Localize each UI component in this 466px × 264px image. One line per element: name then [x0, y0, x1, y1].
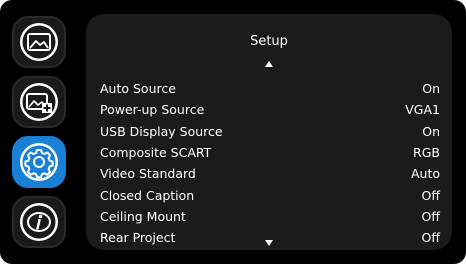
- picture-icon: [18, 21, 60, 63]
- scroll-up-arrow-icon[interactable]: [265, 61, 273, 67]
- menu-item-label: USB Display Source: [100, 123, 223, 139]
- osd-frame: Setup Auto Source On Power-up Source VGA…: [0, 0, 466, 264]
- menu-items: Auto Source On Power-up Source VGA1 USB …: [100, 78, 440, 248]
- menu-item-value: RGB: [413, 145, 440, 161]
- menu-item-label: Auto Source: [100, 81, 176, 97]
- menu-item-label: Composite SCART: [100, 145, 212, 161]
- tab-picture[interactable]: [12, 16, 66, 68]
- menu-item-ceiling-mount[interactable]: Ceiling Mount Off: [100, 206, 440, 227]
- menu-item-usb-display-source[interactable]: USB Display Source On: [100, 121, 440, 142]
- tab-info[interactable]: [12, 196, 66, 248]
- menu-item-power-up-source[interactable]: Power-up Source VGA1: [100, 99, 440, 120]
- menu-item-closed-caption[interactable]: Closed Caption Off: [100, 184, 440, 205]
- tab-picture-advanced[interactable]: [12, 76, 66, 128]
- info-icon: [18, 201, 60, 243]
- menu-item-label: Closed Caption: [100, 187, 195, 203]
- picture-settings-icon: [18, 81, 60, 123]
- menu-item-value: Auto: [410, 166, 440, 182]
- menu-item-value: On: [422, 123, 440, 139]
- gear-icon: [18, 141, 60, 183]
- menu-item-value: Off: [421, 187, 440, 203]
- menu-item-video-standard[interactable]: Video Standard Auto: [100, 163, 440, 184]
- menu-item-value: VGA1: [405, 102, 440, 118]
- tab-setup[interactable]: [12, 136, 66, 188]
- menu-item-value: On: [422, 81, 440, 97]
- menu-item-composite-scart[interactable]: Composite SCART RGB: [100, 142, 440, 163]
- menu-item-value: Off: [421, 230, 440, 246]
- setup-menu-panel: Setup Auto Source On Power-up Source VGA…: [86, 14, 452, 250]
- menu-item-auto-source[interactable]: Auto Source On: [100, 78, 440, 99]
- scroll-down-arrow-icon[interactable]: [265, 240, 273, 246]
- menu-item-label: Power-up Source: [100, 102, 205, 118]
- menu-item-label: Video Standard: [100, 166, 196, 182]
- menu-item-label: Rear Project: [100, 230, 176, 246]
- menu-title: Setup: [250, 34, 288, 49]
- menu-item-label: Ceiling Mount: [100, 208, 186, 224]
- menu-item-value: Off: [421, 208, 440, 224]
